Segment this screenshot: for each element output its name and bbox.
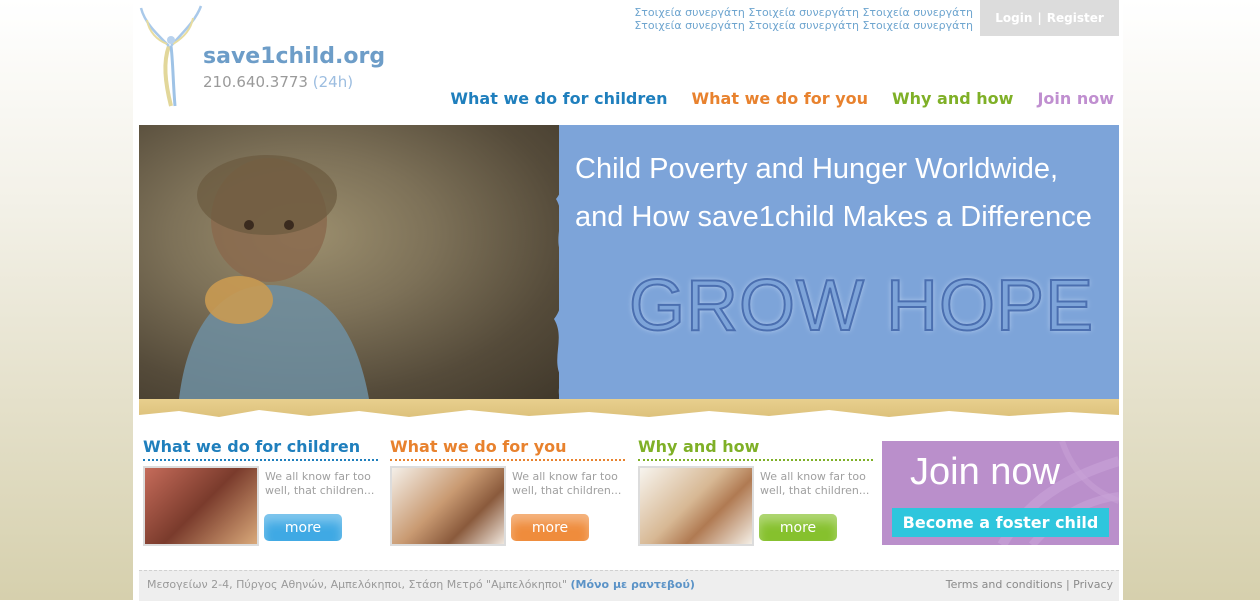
site-logo[interactable]: save1child.org 210.640.3773 (24h) — [137, 2, 385, 112]
section-title-for-you[interactable]: What we do for you — [390, 437, 625, 461]
hero-title: Child Poverty and Hunger Worldwide, and … — [575, 145, 1092, 241]
nav-item-children[interactable]: What we do for children — [450, 89, 667, 108]
hero-title-line-1: Child Poverty and Hunger Worldwide, — [575, 153, 1059, 185]
footer-address-text: Μεσογείων 2-4, Πύργος Αθηνών, Αμπελόκηπο… — [147, 578, 568, 591]
more-button-why-how[interactable]: more — [759, 514, 837, 541]
auth-box: Login | Register — [980, 0, 1119, 36]
child-silhouette-icon — [179, 155, 369, 399]
phone-value: 210.640.3773 — [203, 73, 308, 91]
footer-separator: | — [1065, 578, 1070, 591]
nav-item-join[interactable]: Join now — [1037, 89, 1114, 108]
section-title-why-how[interactable]: Why and how — [638, 437, 873, 461]
auth-separator: | — [1037, 11, 1042, 25]
join-now-box[interactable]: Join now Become a foster child — [882, 441, 1119, 545]
section-image-children[interactable] — [143, 466, 259, 546]
section-title-children[interactable]: What we do for children — [143, 437, 378, 461]
section-image-for-you[interactable] — [390, 466, 506, 546]
footer-appointment: (Μόνο με ραντεβού) — [570, 578, 695, 591]
become-foster-button[interactable]: Become a foster child — [892, 508, 1109, 537]
nav-item-why-how[interactable]: Why and how — [892, 89, 1013, 108]
terms-link[interactable]: Terms and conditions — [946, 578, 1063, 591]
login-link[interactable]: Login — [995, 11, 1032, 25]
section-for-you: What we do for you We all know far too w… — [390, 437, 625, 546]
section-why-how: Why and how We all know far too well, th… — [638, 437, 873, 546]
partners-line-2[interactable]: Στοιχεία συνεργάτη Στοιχεία συνεργάτη Στ… — [613, 19, 973, 32]
section-text-children: We all know far too well, that children.… — [265, 470, 375, 497]
partners-info: Στοιχεία συνεργάτη Στοιχεία συνεργάτη Στ… — [613, 6, 973, 32]
section-children: What we do for children We all know far … — [143, 437, 378, 546]
main-nav: What we do for children What we do for y… — [450, 89, 1114, 108]
more-button-for-you[interactable]: more — [511, 514, 589, 541]
sand-divider — [139, 399, 1119, 423]
angel-logo-icon — [139, 5, 203, 107]
hero-tagline: GROW HOPE — [628, 265, 1095, 347]
partners-line-1[interactable]: Στοιχεία συνεργάτη Στοιχεία συνεργάτη Στ… — [613, 6, 973, 19]
footer-address: Μεσογείων 2-4, Πύργος Αθηνών, Αμπελόκηπο… — [147, 578, 695, 591]
phone-hours: (24h) — [312, 73, 354, 91]
more-button-children[interactable]: more — [264, 514, 342, 541]
section-text-for-you: We all know far too well, that children.… — [512, 470, 622, 497]
site-name[interactable]: save1child.org — [203, 44, 385, 69]
register-link[interactable]: Register — [1047, 11, 1104, 25]
hero-title-line-2: and How save1child Makes a Difference — [575, 201, 1092, 233]
phone-number: 210.640.3773 (24h) — [203, 73, 353, 91]
join-now-title[interactable]: Join now — [910, 451, 1060, 494]
torn-paper-edge-icon — [139, 410, 1119, 423]
hero-banner[interactable]: Child Poverty and Hunger Worldwide, and … — [139, 125, 1119, 399]
hero-photo-child — [139, 125, 569, 399]
privacy-link[interactable]: Privacy — [1073, 578, 1113, 591]
section-image-why-how[interactable] — [638, 466, 754, 546]
footer: Μεσογείων 2-4, Πύργος Αθηνών, Αμπελόκηπο… — [139, 570, 1119, 601]
page-container: save1child.org 210.640.3773 (24h) Στοιχε… — [133, 0, 1123, 601]
nav-item-for-you[interactable]: What we do for you — [692, 89, 869, 108]
section-text-why-how: We all know far too well, that children.… — [760, 470, 870, 497]
footer-links: Terms and conditions | Privacy — [946, 578, 1113, 591]
